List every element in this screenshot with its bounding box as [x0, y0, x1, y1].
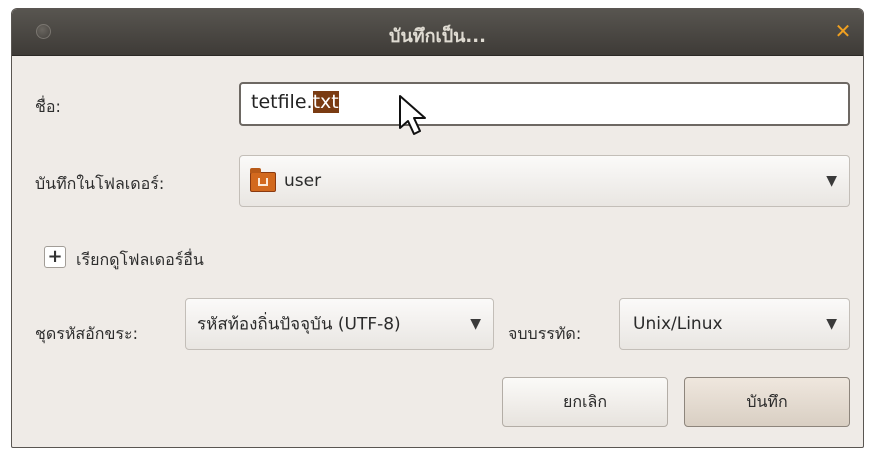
mouse-pointer-icon — [399, 95, 426, 135]
chevron-down-icon: ▼ — [826, 173, 837, 189]
window-title: บันทึกเป็น... — [389, 26, 486, 47]
line-ending-label: จบบรรทัด: — [508, 324, 582, 343]
close-icon[interactable]: ✕ — [833, 21, 853, 41]
line-ending-combo[interactable]: Unix/Linux ▼ — [619, 298, 850, 350]
filename-selected-extension: txt — [312, 91, 339, 113]
save-folder-combo[interactable]: user ▼ — [239, 155, 850, 207]
browse-expander-icon[interactable]: + — [44, 246, 66, 268]
save-button[interactable]: บันทึก — [684, 377, 850, 427]
filename-input[interactable]: tetfile.txt — [239, 82, 850, 126]
save-as-dialog: บันทึกเป็น... ✕ ชื่อ: tetfile.txt บันทึก… — [11, 8, 864, 448]
chevron-down-icon: ▼ — [826, 316, 837, 332]
save-folder-value: user — [284, 171, 322, 191]
title-bar[interactable]: บันทึกเป็น... ✕ — [12, 9, 863, 56]
filename-text: tetfile. — [251, 91, 313, 113]
cancel-button[interactable]: ยกเลิก — [502, 377, 668, 427]
browse-folders-label[interactable]: เรียกดูโฟลเดอร์อื่น — [76, 248, 204, 273]
name-label: ชื่อ: — [35, 97, 61, 116]
encoding-value: รหัสท้องถิ่นปัจจุบัน (UTF-8) — [197, 314, 401, 335]
encoding-label: ชุดรหัสอักขระ: — [35, 324, 138, 343]
folder-label: บันทึกในโฟลเดอร์: — [35, 174, 165, 193]
encoding-combo[interactable]: รหัสท้องถิ่นปัจจุบัน (UTF-8) ▼ — [185, 298, 494, 350]
line-ending-value: Unix/Linux — [633, 314, 723, 334]
home-folder-icon — [250, 168, 276, 192]
chevron-down-icon: ▼ — [470, 316, 481, 332]
